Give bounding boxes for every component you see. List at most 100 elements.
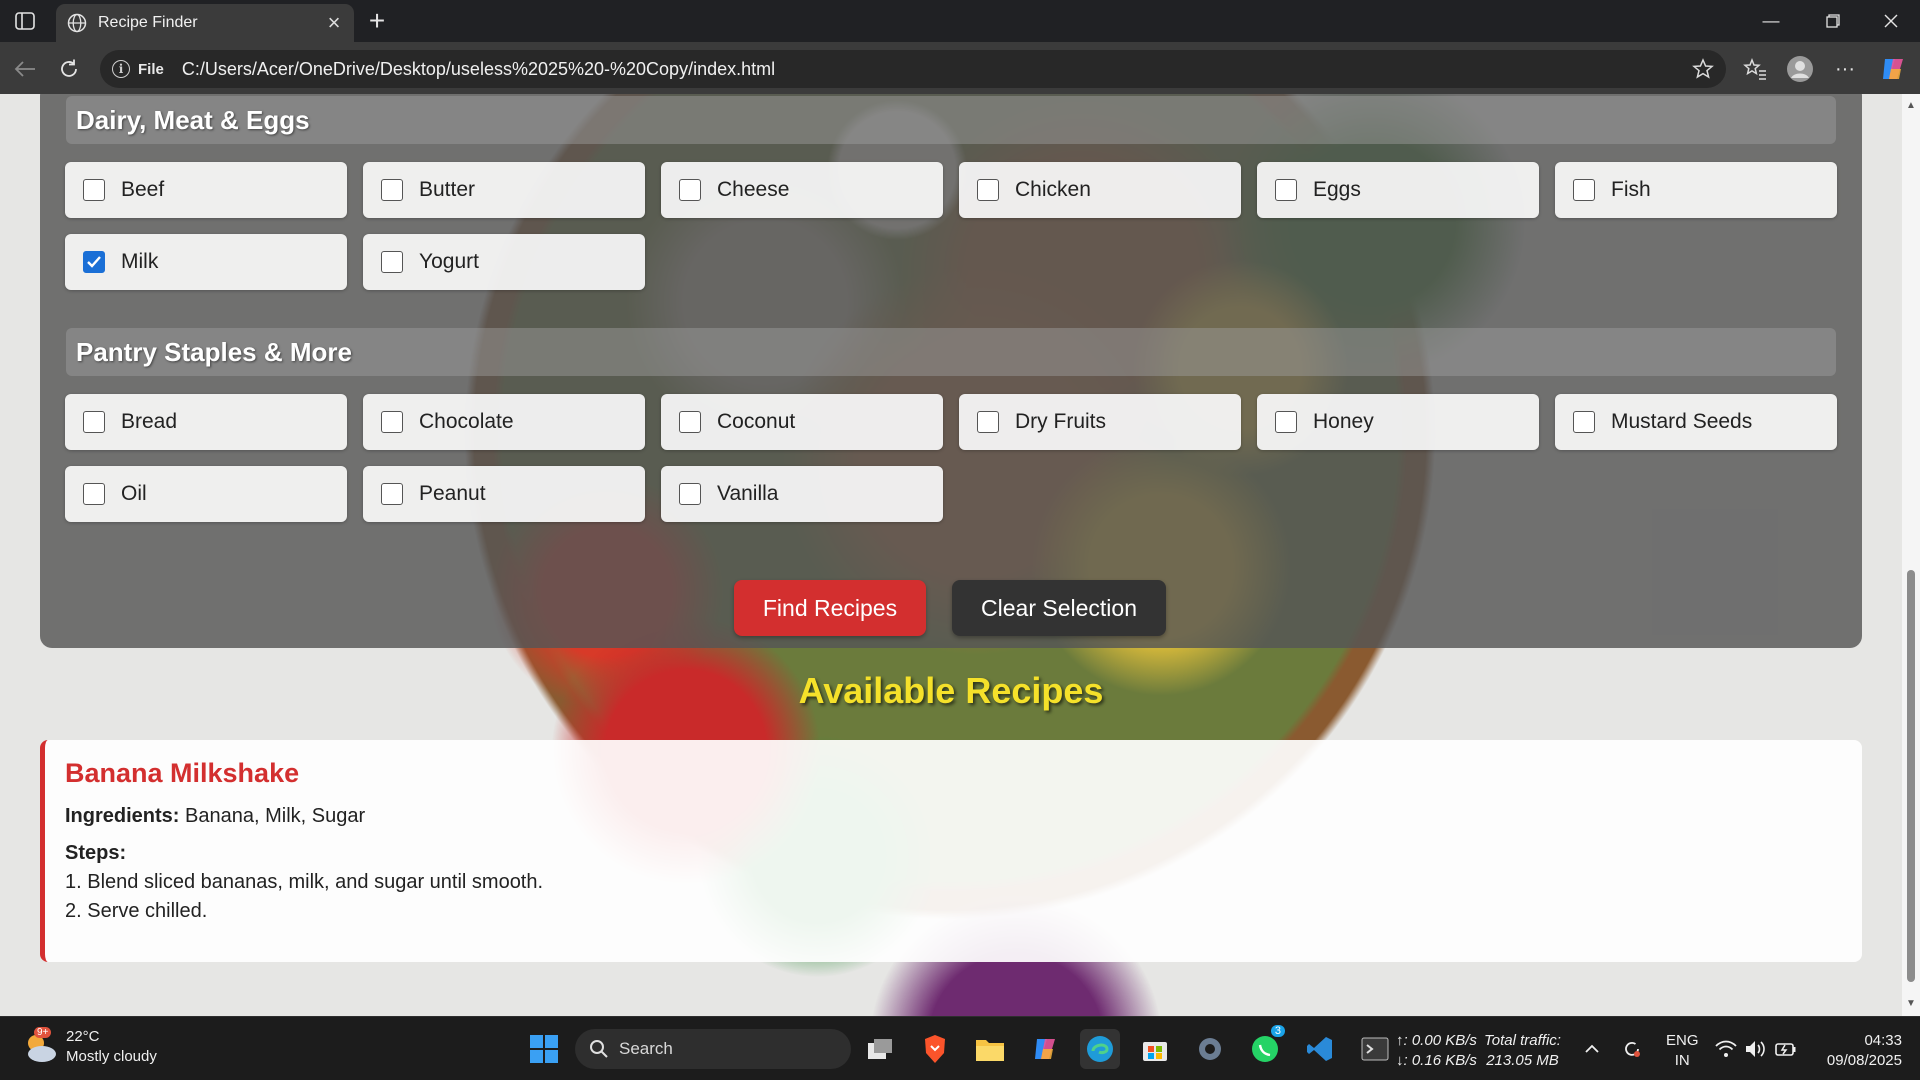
close-window-icon[interactable] [1862, 0, 1920, 42]
ingredient-vanilla[interactable]: Vanilla [661, 466, 943, 522]
checkbox[interactable] [679, 411, 701, 433]
scroll-up-icon[interactable]: ▲ [1905, 100, 1917, 111]
checkbox-checked[interactable] [83, 251, 105, 273]
ingredient-oil[interactable]: Oil [65, 466, 347, 522]
steps-label: Steps: [65, 842, 127, 864]
url-text: C:/Users/Acer/OneDrive/Desktop/useless%2… [181, 58, 776, 79]
find-recipes-button[interactable]: Find Recipes [734, 580, 926, 636]
edge-browser-icon[interactable] [1080, 1029, 1120, 1069]
globe-icon [66, 12, 88, 34]
copilot-app-icon[interactable] [1025, 1029, 1065, 1069]
copilot-icon[interactable] [1876, 52, 1910, 86]
brave-browser-icon[interactable] [915, 1029, 955, 1069]
windows-start-icon[interactable] [524, 1029, 564, 1069]
ingredient-chocolate[interactable]: Chocolate [363, 394, 645, 450]
vertical-scrollbar[interactable]: ▲ ▼ [1902, 94, 1920, 1016]
ingredient-coconut[interactable]: Coconut [661, 394, 943, 450]
language-indicator[interactable]: ENG IN [1666, 1031, 1699, 1071]
clock[interactable]: 04:33 09/08/2025 [1816, 1031, 1902, 1071]
search-icon [590, 1040, 608, 1058]
checkbox[interactable] [381, 251, 403, 273]
battery-icon[interactable] [1774, 1037, 1798, 1061]
ingredient-honey[interactable]: Honey [1257, 394, 1539, 450]
microsoft-store-icon[interactable] [1135, 1029, 1175, 1069]
profile-avatar-icon[interactable] [1783, 52, 1817, 86]
ingredient-cheese[interactable]: Cheese [661, 162, 943, 218]
ingredient-label: Dry Fruits [1015, 410, 1106, 433]
total-traffic: Total traffic: 213.05 MB [1484, 1031, 1561, 1071]
checkbox[interactable] [83, 179, 105, 201]
ingredient-bread[interactable]: Bread [65, 394, 347, 450]
whatsapp-icon[interactable]: 3 [1245, 1025, 1285, 1069]
scroll-down-icon[interactable]: ▼ [1905, 998, 1917, 1009]
checkbox[interactable] [83, 483, 105, 505]
ingredient-label: Vanilla [717, 482, 779, 505]
ingredient-fish[interactable]: Fish [1555, 162, 1837, 218]
checkbox[interactable] [381, 483, 403, 505]
ingredient-peanut[interactable]: Peanut [363, 466, 645, 522]
traffic-value: 213.05 MB [1486, 1052, 1559, 1069]
checkbox[interactable] [977, 411, 999, 433]
browser-tab[interactable]: Recipe Finder × [56, 4, 354, 42]
file-explorer-icon[interactable] [970, 1029, 1010, 1069]
ingredient-beef[interactable]: Beef [65, 162, 347, 218]
info-icon[interactable]: i [112, 60, 130, 78]
chevron-up-icon[interactable] [1580, 1037, 1604, 1061]
more-options-icon[interactable]: ··· [1828, 52, 1862, 86]
checkbox[interactable] [1275, 179, 1297, 201]
checkbox[interactable] [679, 483, 701, 505]
ingredient-eggs[interactable]: Eggs [1257, 162, 1539, 218]
ingredient-label: Coconut [717, 410, 796, 433]
task-view-icon[interactable] [860, 1029, 900, 1069]
ingredient-label: Honey [1313, 410, 1374, 433]
ingredient-yogurt[interactable]: Yogurt [363, 234, 645, 290]
ingredient-label: Cheese [717, 178, 790, 201]
checkbox[interactable] [381, 179, 403, 201]
checkbox[interactable] [83, 411, 105, 433]
checkbox[interactable] [381, 411, 403, 433]
vscode-icon[interactable] [1300, 1029, 1340, 1069]
checkbox[interactable] [1573, 411, 1595, 433]
weather-widget[interactable]: 9+ 22°C Mostly cloudy [20, 1027, 157, 1067]
tab-title: Recipe Finder [98, 14, 198, 31]
checkbox[interactable] [679, 179, 701, 201]
checkbox[interactable] [977, 179, 999, 201]
ingredient-dry-fruits[interactable]: Dry Fruits [959, 394, 1241, 450]
refresh-icon[interactable] [52, 52, 86, 86]
settings-gear-icon[interactable] [1190, 1029, 1230, 1069]
net-up: 0.00 KB/s [1411, 1032, 1477, 1049]
ingredient-milk[interactable]: Milk [65, 234, 347, 290]
url-input[interactable]: i File C:/Users/Acer/OneDrive/Desktop/us… [100, 50, 1726, 88]
recipe-title: Banana Milkshake [65, 758, 300, 788]
ingredient-label: Oil [121, 482, 147, 505]
close-tab-icon[interactable]: × [320, 9, 348, 37]
back-icon[interactable] [8, 52, 42, 86]
weather-badge: 9+ [34, 1027, 52, 1038]
favorite-star-icon[interactable] [1692, 58, 1714, 80]
favorites-icon[interactable] [1738, 52, 1772, 86]
ingredient-label: Butter [419, 178, 476, 201]
recipe-step: 1. Blend sliced bananas, milk, and sugar… [65, 871, 544, 893]
ingredient-label: Beef [121, 178, 165, 201]
ingredient-butter[interactable]: Butter [363, 162, 645, 218]
checkbox[interactable] [1275, 411, 1297, 433]
minimize-icon[interactable]: — [1742, 0, 1800, 42]
new-tab-icon[interactable]: + [362, 5, 392, 36]
ingredient-chicken[interactable]: Chicken [959, 162, 1241, 218]
tab-actions-icon[interactable] [8, 6, 42, 36]
sync-icon[interactable] [1620, 1037, 1644, 1061]
ingredient-mustard-seeds[interactable]: Mustard Seeds [1555, 394, 1837, 450]
cloud-sun-icon: 9+ [20, 1027, 60, 1067]
ingredient-label: Mustard Seeds [1611, 410, 1753, 433]
volume-icon[interactable] [1744, 1037, 1768, 1061]
checkbox[interactable] [1573, 179, 1595, 201]
scroll-thumb[interactable] [1907, 570, 1915, 982]
terminal-icon[interactable] [1355, 1029, 1395, 1069]
recipe-card: Banana Milkshake Ingredients: Banana, Mi… [40, 740, 1862, 962]
ingredient-label: Chocolate [419, 410, 514, 433]
taskbar-search[interactable]: Search [575, 1029, 851, 1069]
lang-code: ENG [1666, 1032, 1699, 1049]
restore-icon[interactable] [1804, 0, 1862, 42]
clear-selection-button[interactable]: Clear Selection [952, 580, 1166, 636]
wifi-icon[interactable] [1714, 1037, 1738, 1061]
